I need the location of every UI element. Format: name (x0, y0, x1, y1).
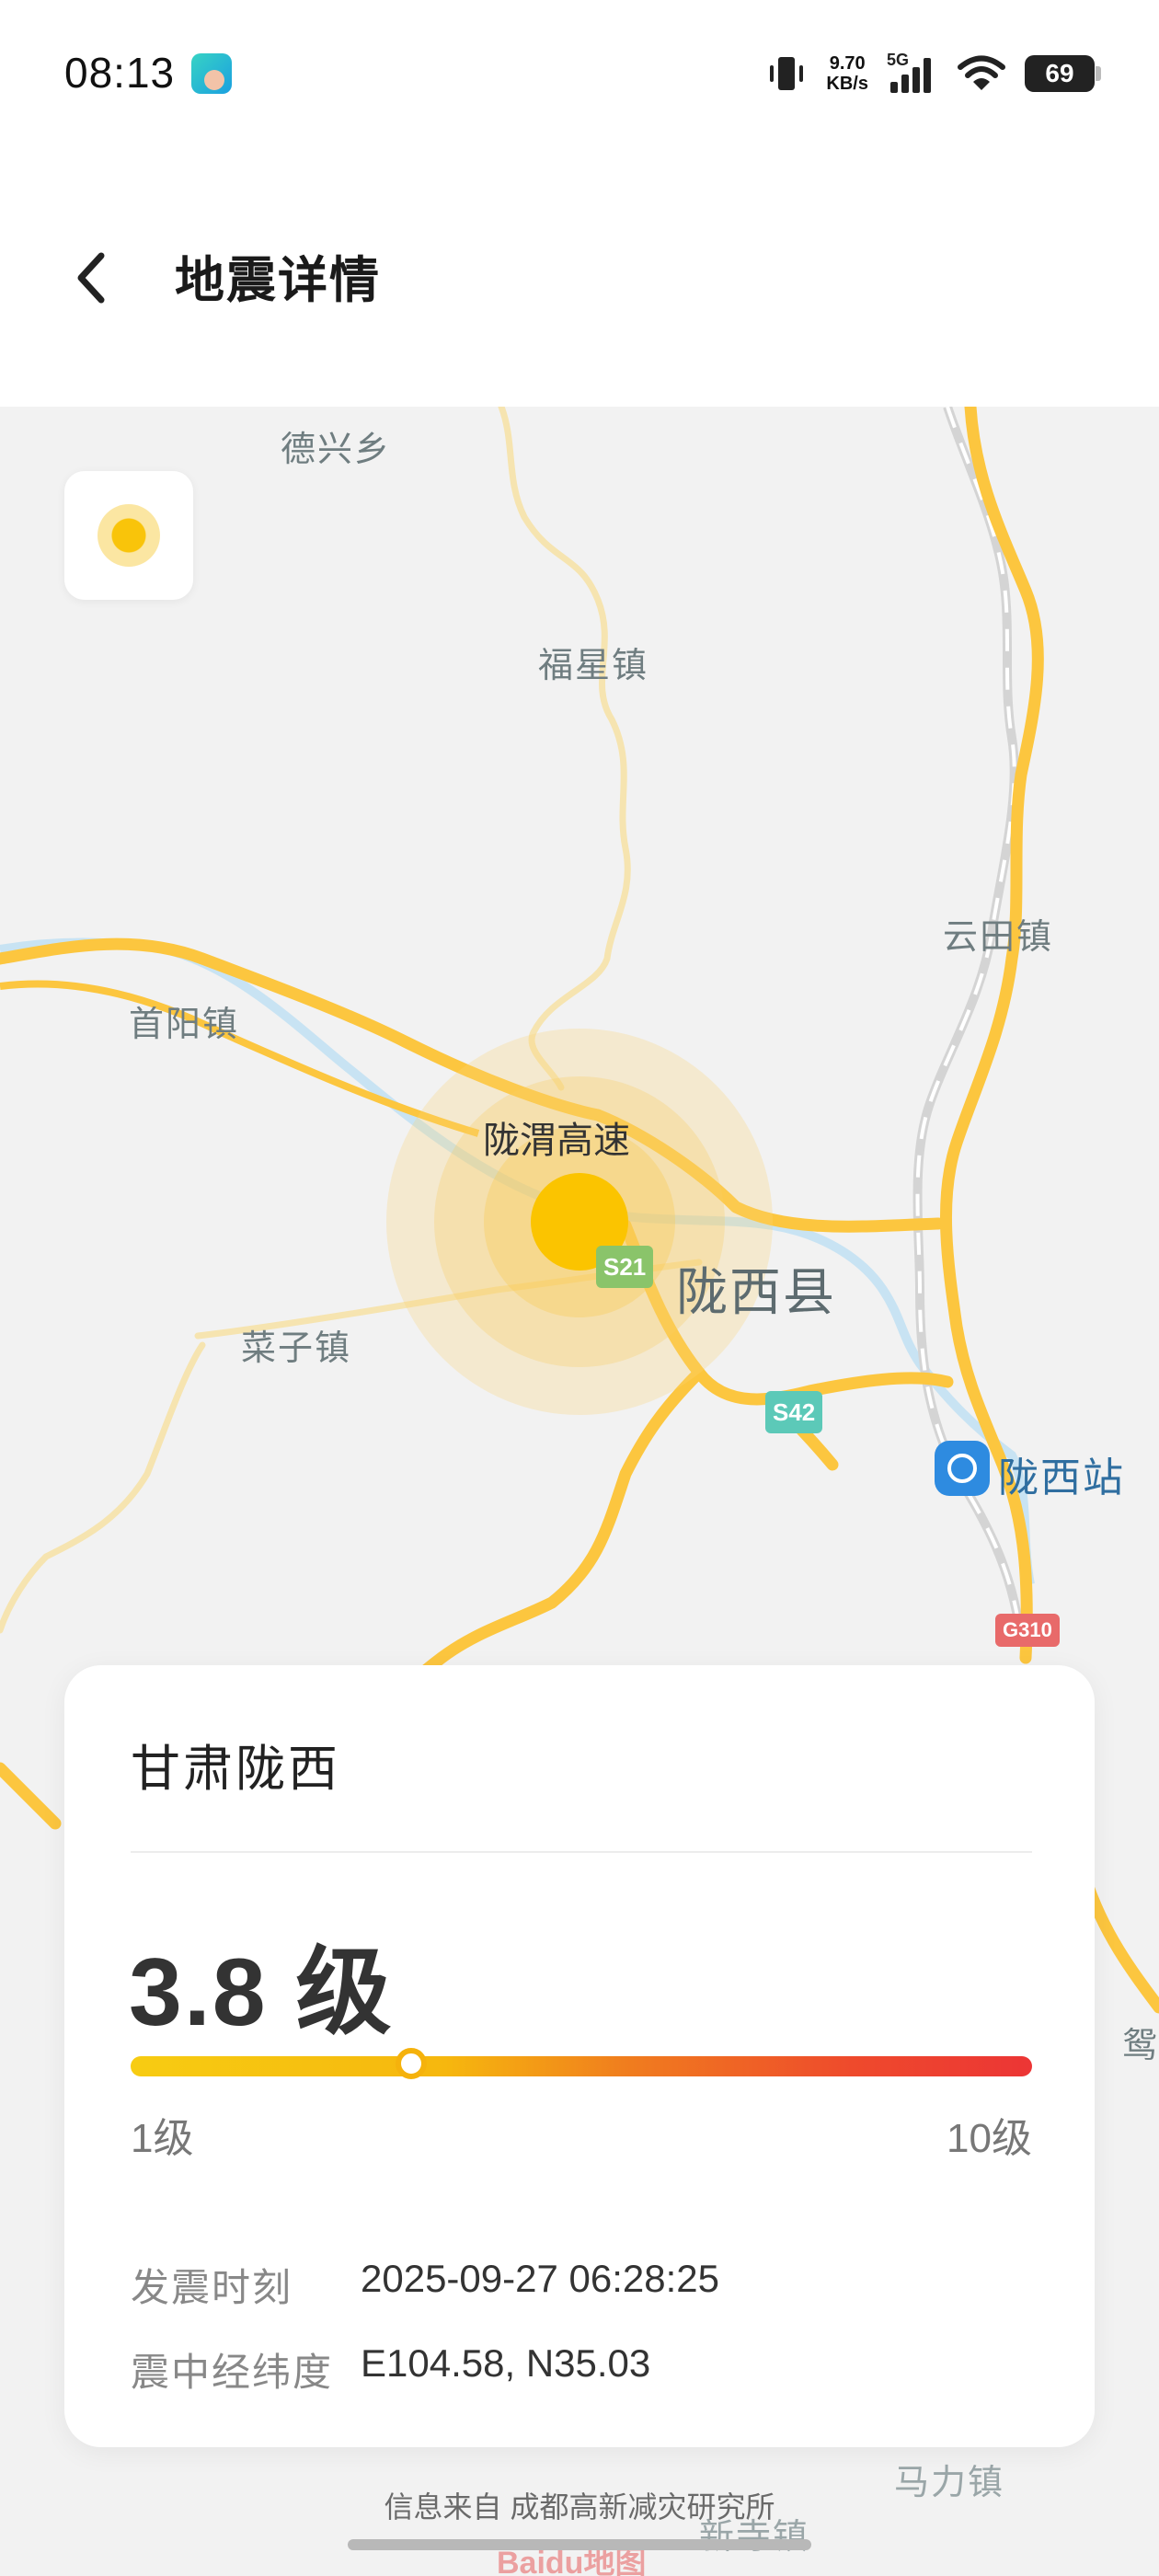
quake-coords-row: 震中经纬度 E104.58, N35.03 (131, 2341, 650, 2398)
page-header: 地震详情 (0, 156, 1159, 407)
magnitude-indicator (395, 2048, 427, 2079)
station-label[interactable]: 陇西站 (998, 1444, 1125, 1503)
road-label: 陇渭高速 (483, 1121, 630, 1161)
quake-magnitude: 3.8 级 (129, 1939, 394, 2046)
place-label: 云田镇 (943, 918, 1054, 957)
epicenter-layer-icon (98, 504, 160, 567)
data-source-note: 信息来自 成都高新减灾研究所 (384, 2490, 775, 2524)
quake-location: 甘肃陇西 (131, 1742, 340, 1797)
train-station-icon[interactable] (935, 1441, 990, 1496)
place-label: 德兴乡 (281, 431, 392, 469)
road-shield: S42 (765, 1391, 823, 1433)
quake-time-row: 发震时刻 2025-09-27 06:28:25 (131, 2257, 719, 2313)
place-label: 福星镇 (538, 647, 649, 685)
status-time: 08:13 (64, 49, 176, 97)
magnitude-scale-bar (131, 2048, 1032, 2079)
quake-coords-value: E104.58, N35.03 (361, 2341, 651, 2385)
page-title: 地震详情 (175, 253, 381, 308)
status-icons: 9.70 KB/s 5G 69 (765, 50, 1101, 98)
network-speed: 9.70 KB/s (826, 53, 868, 94)
scale-min-label: 1级 (131, 2116, 194, 2161)
place-label: 鸳 (1122, 2027, 1159, 2065)
place-label: 首阳镇 (129, 1006, 240, 1044)
county-label: 陇西县 (676, 1263, 836, 1321)
app-notification-icon (191, 53, 232, 94)
quake-time-value: 2025-09-27 06:28:25 (361, 2257, 719, 2300)
chevron-left-icon (77, 252, 105, 304)
road-shield: G310 (995, 1614, 1060, 1647)
place-label: 菜子镇 (241, 1329, 352, 1368)
battery-icon: 69 (1025, 55, 1101, 92)
signal-icon: 5G (887, 51, 938, 95)
quake-time-label: 发震时刻 (131, 2266, 293, 2309)
status-bar: 08:13 9.70 KB/s 5G 69 (0, 0, 1159, 156)
road-shield: S21 (596, 1246, 654, 1288)
quake-coords-label: 震中经纬度 (131, 2351, 334, 2394)
scale-max-label: 10级 (947, 2116, 1032, 2161)
divider (131, 1851, 1032, 1853)
back-button[interactable] (55, 241, 129, 315)
wifi-icon (958, 55, 1005, 90)
home-indicator[interactable] (348, 2539, 811, 2550)
earthquake-info-card: 甘肃陇西 3.8 级 1级 10级 发震时刻 2025-09-27 06:28:… (64, 1665, 1095, 2447)
vibrate-icon (770, 57, 804, 90)
map-layer-button[interactable] (64, 471, 193, 600)
